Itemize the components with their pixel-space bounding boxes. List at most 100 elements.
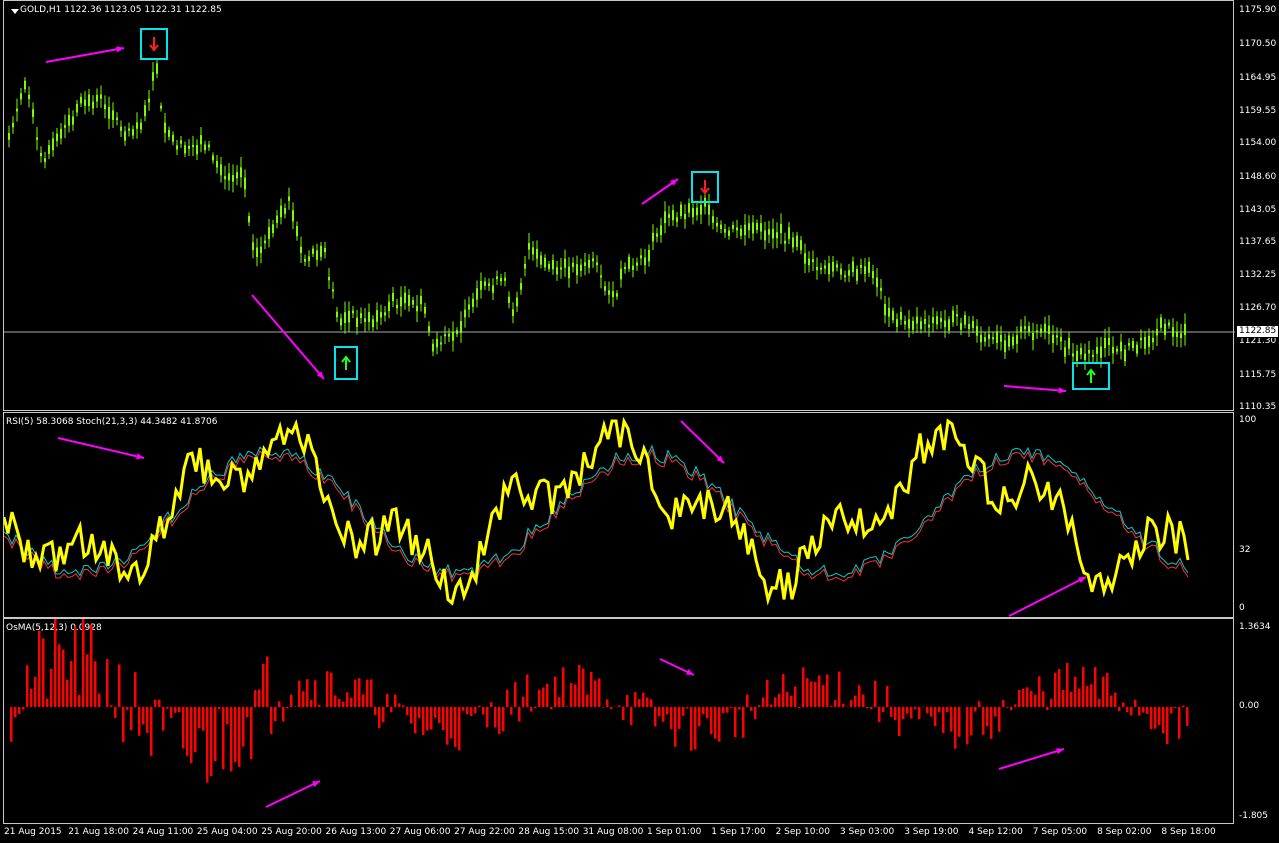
osma-bar bbox=[142, 707, 145, 725]
candle-body bbox=[412, 300, 414, 305]
candle-body bbox=[472, 298, 474, 307]
candle-body bbox=[164, 122, 166, 133]
osma-bar bbox=[706, 707, 709, 719]
osma-bar bbox=[70, 661, 73, 707]
candle-body bbox=[564, 258, 566, 268]
candle-body bbox=[300, 246, 302, 253]
osma-bar bbox=[938, 707, 941, 712]
candle-body bbox=[432, 343, 434, 352]
osma-bar bbox=[1114, 692, 1117, 707]
candle-body bbox=[64, 124, 66, 128]
osma-bar bbox=[778, 693, 781, 707]
osma-bar bbox=[78, 695, 81, 707]
time-tick-label: 4 Sep 12:00 bbox=[968, 827, 1023, 837]
candle-body bbox=[440, 342, 442, 345]
osma-level-label: 0.00 bbox=[1239, 701, 1260, 711]
candle-body bbox=[1056, 335, 1058, 338]
rsi-stoch-pane[interactable]: RSI(5) 58.3068 Stoch(21,3,3) 44.3482 41.… bbox=[3, 412, 1234, 618]
time-tick-label: 3 Sep 19:00 bbox=[904, 827, 959, 837]
candle-body bbox=[328, 276, 330, 281]
candle-body bbox=[400, 296, 402, 307]
osma-bar bbox=[410, 707, 413, 724]
candle-body bbox=[152, 72, 154, 81]
osma-bar bbox=[434, 707, 437, 718]
osma-bar bbox=[806, 678, 809, 707]
osma-bar bbox=[1010, 707, 1013, 711]
osma-bar bbox=[1066, 663, 1069, 707]
candle-body bbox=[176, 145, 178, 150]
candle-body bbox=[916, 316, 918, 324]
candle-body bbox=[544, 257, 546, 268]
osma-bar bbox=[842, 703, 845, 707]
candle-body bbox=[436, 338, 438, 348]
candle-body bbox=[1156, 329, 1158, 336]
osma-bar bbox=[1086, 686, 1089, 707]
osma-bar bbox=[618, 705, 621, 707]
candle-body bbox=[124, 131, 126, 141]
time-tick-label: 25 Aug 04:00 bbox=[196, 827, 258, 837]
osma-bar bbox=[390, 707, 393, 713]
osma-bar bbox=[682, 707, 685, 716]
candle-body bbox=[1052, 334, 1054, 344]
osma-bar bbox=[490, 702, 493, 707]
osma-pane[interactable]: OsMA(5,12,3) 0.0928 bbox=[3, 618, 1234, 824]
candle-body bbox=[344, 312, 346, 324]
osma-bar bbox=[266, 656, 269, 707]
osma-bar bbox=[290, 694, 293, 707]
candle-body bbox=[192, 144, 194, 147]
candle-body bbox=[716, 222, 718, 227]
osma-bar bbox=[982, 707, 985, 735]
candle-body bbox=[1060, 336, 1062, 342]
osma-bar bbox=[690, 707, 693, 751]
candle-body bbox=[372, 319, 374, 328]
candle-body bbox=[324, 247, 326, 253]
osma-bar bbox=[958, 707, 961, 737]
osma-bar bbox=[1146, 707, 1149, 714]
candle-body bbox=[596, 262, 598, 266]
osma-bar bbox=[110, 705, 113, 707]
candle-body bbox=[144, 105, 146, 117]
osma-bar bbox=[358, 678, 361, 707]
osma-bar bbox=[550, 707, 553, 710]
time-tick-label: 21 Aug 18:00 bbox=[68, 827, 129, 837]
osma-bar bbox=[746, 694, 749, 707]
osma-bar bbox=[486, 707, 489, 728]
osma-bar bbox=[594, 680, 597, 707]
time-tick-label: 7 Sep 05:00 bbox=[1032, 827, 1088, 837]
candle-body bbox=[36, 137, 38, 140]
price-tick-label: 1154.00 bbox=[1239, 138, 1277, 148]
candle-body bbox=[676, 217, 678, 222]
candle-body bbox=[468, 304, 470, 310]
candle-body bbox=[784, 240, 786, 244]
candle-body bbox=[1088, 349, 1090, 354]
candle-body bbox=[316, 250, 318, 260]
osma-bar bbox=[1178, 707, 1181, 739]
osma-bar bbox=[1022, 688, 1025, 707]
osma-bar bbox=[634, 692, 637, 707]
candle-body bbox=[356, 317, 358, 327]
candle-body bbox=[708, 204, 710, 215]
osma-bar bbox=[462, 707, 465, 711]
osma-bar bbox=[674, 707, 677, 747]
candle-body bbox=[20, 93, 22, 100]
candle-body bbox=[120, 126, 122, 131]
price-tick-label: 1115.75 bbox=[1239, 370, 1277, 380]
osma-bar bbox=[30, 688, 33, 707]
candle-body bbox=[496, 276, 498, 280]
osma-bar bbox=[814, 682, 817, 707]
candle-body bbox=[1084, 353, 1086, 360]
osma-bar bbox=[974, 707, 977, 712]
osma-bar bbox=[1030, 690, 1033, 707]
osma-bar bbox=[606, 699, 609, 707]
price-chart-canvas bbox=[4, 28, 1235, 394]
osma-bar bbox=[934, 707, 937, 727]
osma-bar bbox=[430, 707, 433, 730]
candle-body bbox=[720, 224, 722, 229]
osma-bar bbox=[646, 697, 649, 707]
candle-body bbox=[924, 318, 926, 324]
osma-bar bbox=[114, 707, 117, 718]
osma-bar bbox=[694, 707, 697, 750]
candle-body bbox=[528, 242, 530, 250]
osma-bar bbox=[86, 654, 89, 707]
price-chart-pane[interactable]: GOLD,H1 1122.36 1123.05 1122.31 1122.85 bbox=[3, 0, 1235, 411]
